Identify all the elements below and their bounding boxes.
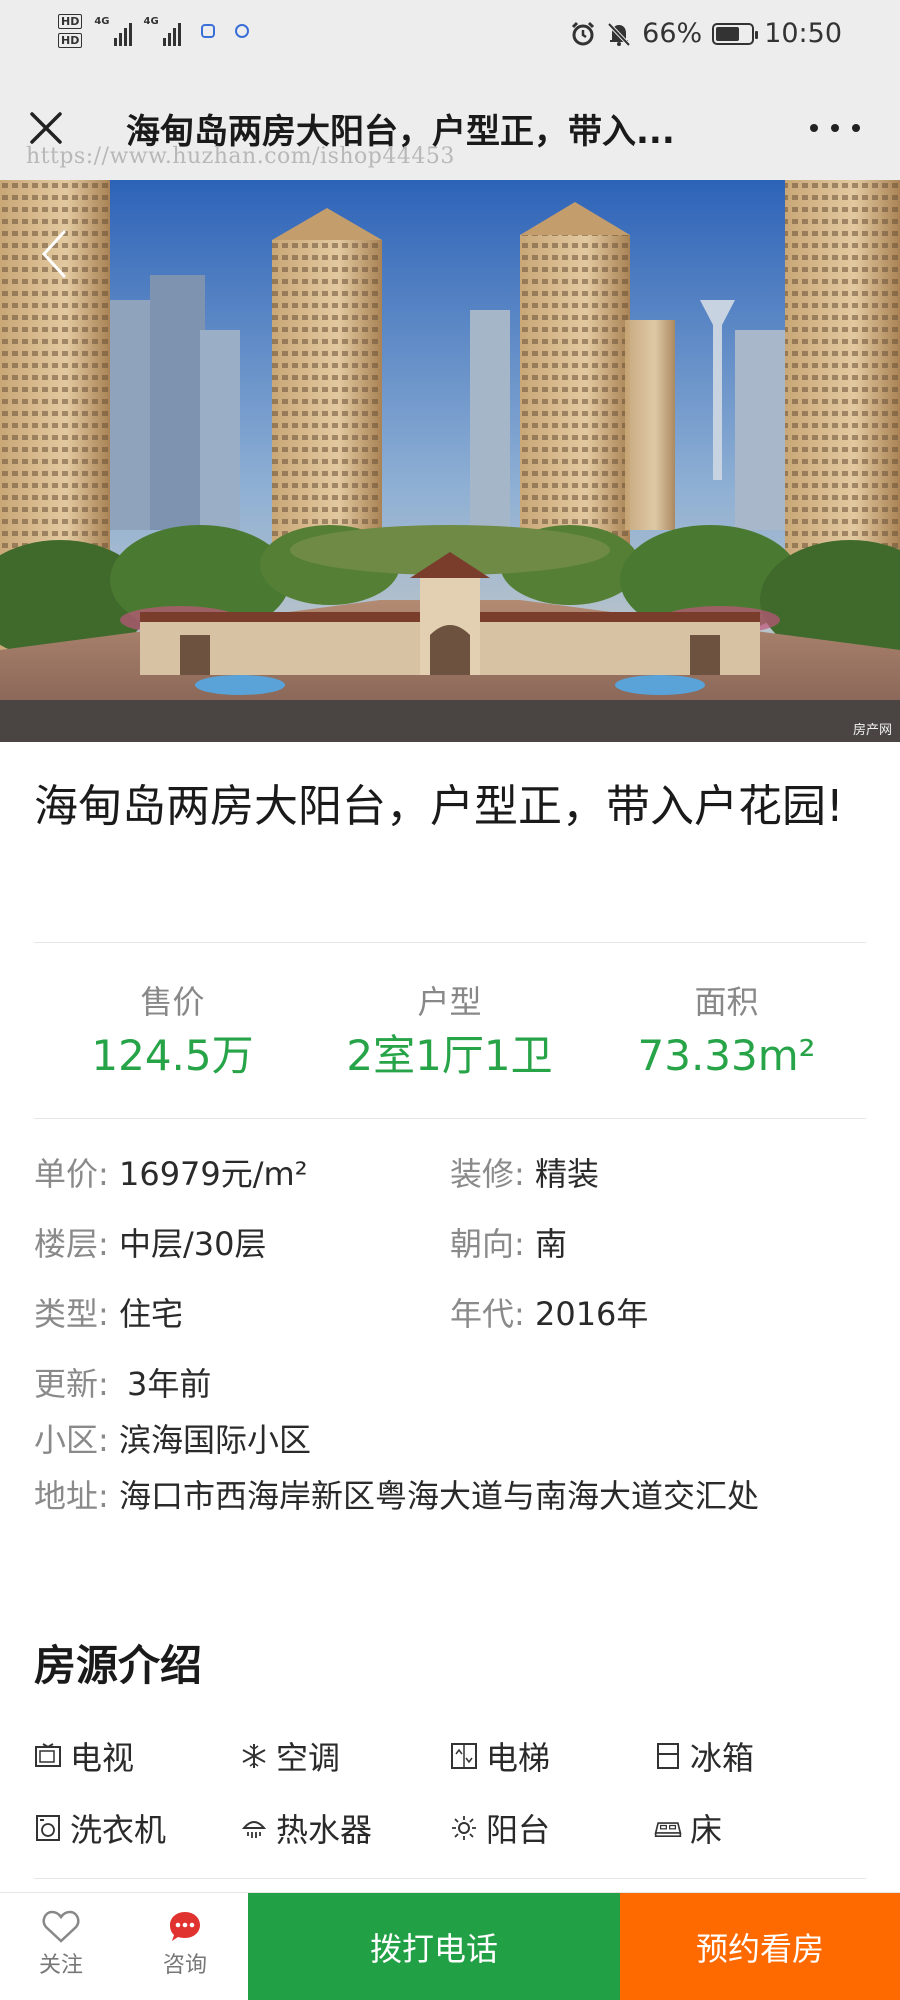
stat-label: 面积 (694, 983, 759, 1021)
stat-value: 124.5万 (91, 1031, 254, 1080)
amenity-label: 洗衣机 (70, 1811, 167, 1849)
info-label: 装修: (450, 1155, 525, 1193)
clock: 10:50 (764, 18, 842, 49)
amenity-fridge: 冰箱 (654, 1733, 754, 1779)
call-button[interactable]: 拨打电话 (248, 1893, 620, 2000)
battery-percent: 66% (642, 18, 703, 49)
amenity-balcony: 阳台 (450, 1805, 550, 1851)
signal-icon: 4G (144, 16, 181, 46)
close-icon (30, 112, 62, 144)
app-notification-icon (200, 24, 215, 38)
amenity-label: 热水器 (276, 1811, 373, 1849)
nav-bar: 海甸岛两房大阳台，户型正，带入... https://www.huzhan.co… (0, 78, 900, 180)
alarm-icon (572, 21, 595, 45)
info-row: 地址: 海口市西海岸新区粤海大道与南海大道交汇处 (34, 1474, 866, 1518)
hd-badge: HD (58, 14, 83, 29)
divider (34, 1118, 866, 1119)
bottom-action-bar: 关注 咨询 拨打电话 预约看房 (0, 1892, 900, 2000)
chat-icon (170, 1912, 200, 1941)
divider (34, 942, 866, 943)
amenity-label: 冰箱 (690, 1739, 755, 1777)
follow-button[interactable]: 关注 (26, 1907, 96, 1979)
info-year: 2016年 (534, 1295, 649, 1333)
stat-price: 售价 124.5万 (34, 982, 311, 1084)
info-label: 单价: (34, 1155, 109, 1193)
info-updated: 3年前 (126, 1365, 212, 1403)
stat-layout: 户型 2室1厅1卫 (311, 982, 588, 1084)
signal-icon: 4G (94, 16, 132, 46)
watermark-url: https://www.huzhan.com/ishop44453 (26, 144, 455, 169)
amenity-washer: 洗衣机 (34, 1805, 166, 1851)
stat-label: 户型 (417, 983, 482, 1021)
info-label: 地址: (34, 1477, 109, 1515)
hd-badge: HD (58, 33, 83, 48)
info-unit-price: 16979元/m² (118, 1155, 308, 1193)
mute-bell-icon (607, 22, 631, 46)
divider (34, 1878, 866, 1879)
info-type: 住宅 (118, 1295, 183, 1333)
sun-icon (450, 1814, 478, 1842)
battery-icon (712, 22, 759, 45)
status-right: 66% 10:50 (570, 18, 842, 49)
consult-button[interactable]: 咨询 (150, 1907, 220, 1979)
network-label: 4G (143, 16, 159, 27)
info-address[interactable]: 海口市西海岸新区粤海大道与南海大道交汇处 (119, 1477, 759, 1515)
hero-image[interactable]: 房产网 (0, 180, 900, 742)
info-floor: 中层/30层 (118, 1225, 267, 1263)
amenity-ac: 空调 (240, 1733, 340, 1779)
status-left: HD HD 4G 4G (58, 14, 249, 48)
amenity-label: 阳台 (486, 1811, 551, 1849)
stat-area: 面积 73.33m² (588, 982, 865, 1084)
key-stats: 售价 124.5万 户型 2室1厅1卫 面积 73.33m² (34, 982, 866, 1084)
amenity-label: 床 (690, 1811, 723, 1849)
info-decoration: 精装 (534, 1155, 599, 1193)
network-label: 4G (94, 16, 110, 27)
hero-rendering (0, 180, 900, 742)
info-row: 楼层: 中层/30层 朝向: 南 (34, 1222, 866, 1266)
stat-value: 73.33m² (637, 1031, 816, 1080)
app-notification-icon (234, 24, 249, 38)
amenity-label: 空调 (276, 1739, 341, 1777)
status-bar: HD HD 4G 4G 66% 10:50 (0, 0, 900, 78)
snowflake-icon (240, 1742, 268, 1770)
info-community[interactable]: 滨海国际小区 (119, 1421, 311, 1459)
info-label: 年代: (450, 1295, 525, 1333)
fridge-icon (654, 1742, 682, 1770)
tv-icon (34, 1742, 62, 1770)
section-title: 房源介绍 (34, 1641, 203, 1690)
info-row: 类型: 住宅 年代: 2016年 (34, 1292, 866, 1336)
shower-icon (240, 1814, 268, 1842)
consult-label: 咨询 (162, 1953, 207, 1978)
info-row: 更新: 3年前 (34, 1362, 866, 1406)
info-row: 小区: 滨海国际小区 (34, 1418, 866, 1462)
listing-title: 海甸岛两房大阳台，户型正，带入户花园! (34, 781, 844, 832)
book-viewing-button[interactable]: 预约看房 (620, 1893, 900, 2000)
amenity-elevator: 电梯 (450, 1733, 550, 1779)
image-credit: 房产网 (852, 723, 892, 738)
amenity-water-heater: 热水器 (240, 1805, 372, 1851)
stat-value: 2室1厅1卫 (346, 1031, 553, 1080)
elevator-icon (450, 1742, 478, 1770)
more-icon (810, 124, 818, 132)
follow-label: 关注 (38, 1953, 83, 1978)
info-label: 类型: (34, 1295, 109, 1333)
washer-icon (34, 1814, 62, 1842)
heart-icon (42, 1910, 80, 1943)
info-label: 楼层: (34, 1225, 109, 1263)
info-orientation: 南 (534, 1225, 567, 1263)
stat-label: 售价 (140, 983, 205, 1021)
amenity-bed: 床 (654, 1805, 722, 1851)
amenity-tv: 电视 (34, 1733, 134, 1779)
info-label: 朝向: (450, 1225, 525, 1263)
info-row: 单价: 16979元/m² 装修: 精装 (34, 1152, 866, 1196)
amenity-label: 电视 (70, 1739, 135, 1777)
more-button[interactable] (810, 106, 860, 150)
back-arrow-icon[interactable] (34, 224, 74, 284)
amenity-label: 电梯 (486, 1739, 551, 1777)
info-label: 更新: (34, 1365, 109, 1403)
info-label: 小区: (34, 1421, 109, 1459)
bed-icon (654, 1814, 682, 1842)
